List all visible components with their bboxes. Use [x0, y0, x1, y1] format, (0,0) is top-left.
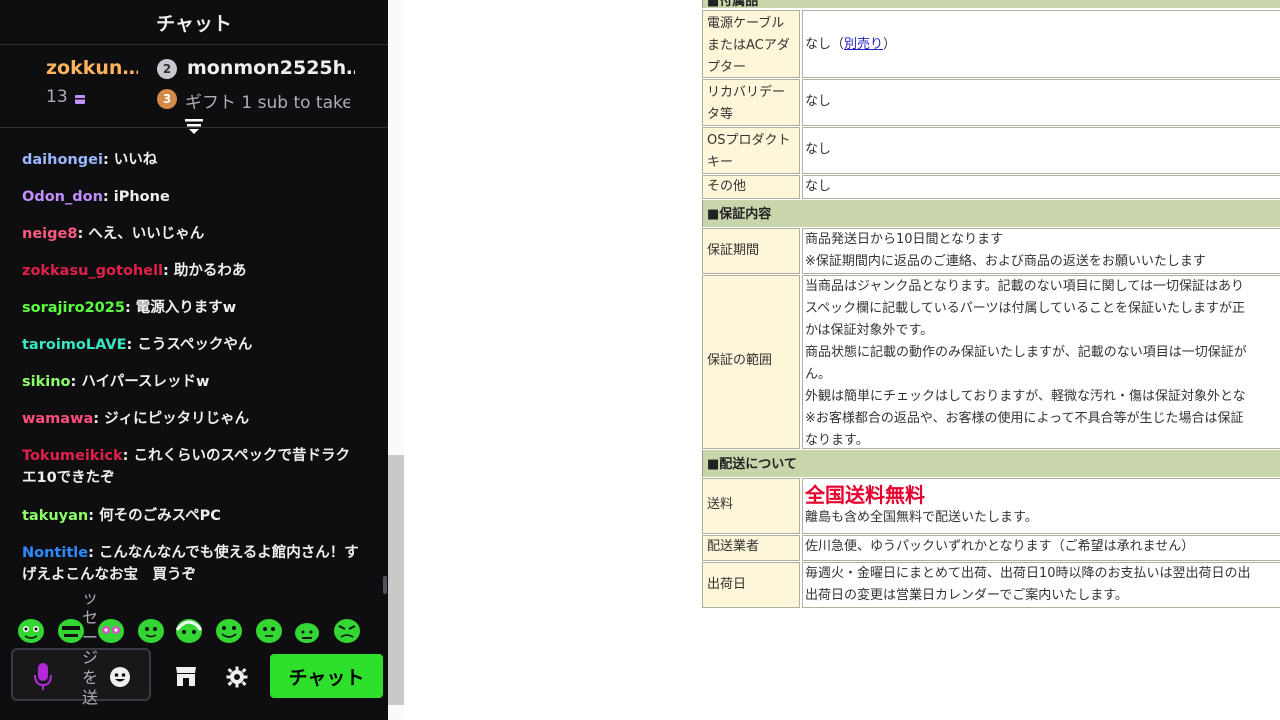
chat-username[interactable]: Tokumeikick [22, 448, 123, 464]
chat-username[interactable]: Nontitle [22, 545, 88, 561]
chat-text: iPhone [113, 189, 170, 205]
chat-username[interactable]: takuyan [22, 508, 88, 524]
chat-text: ジィにピッタリじゃん [104, 411, 250, 427]
video-strip-dark [388, 455, 404, 705]
rank-3-badge: 3 [157, 89, 177, 109]
emote-icon[interactable] [332, 616, 362, 644]
emote-row [14, 614, 374, 648]
chat-message: Tokumeikick: これくらいのスペックで昔ドラクエ10できたぞ [22, 448, 351, 486]
chat-username[interactable]: wamawa [22, 411, 93, 427]
value-warranty-scope: 当商品はジャンク品となります。記載のない項目に関しては一切保証はあり スペック欄… [802, 275, 1280, 449]
chat-message: taroimoLAVE: こうスペックやん [22, 337, 253, 353]
value-other: なし [802, 175, 1280, 199]
section-shipping: ■配送について [702, 450, 1280, 477]
label-warranty-period: 保証期間 [702, 228, 800, 274]
emote-icon[interactable] [214, 616, 244, 644]
store-icon[interactable] [174, 664, 198, 688]
label-ship-day: 出荷日 [702, 562, 800, 608]
chat-message: zokkasu_gotohell: 助かるわあ [22, 263, 247, 279]
leaderboard-first-name: zokkun… [46, 57, 138, 79]
collapse-icon[interactable] [184, 118, 204, 136]
chat-message: takuyan: 何そのごみスペPC [22, 508, 221, 524]
section-warranty: ■保証内容 [702, 200, 1280, 227]
label-power-cable: 電源ケーブルまたはACアダプター [702, 10, 800, 78]
chat-input-placeholder: ッセージを送 [81, 588, 98, 707]
gear-icon[interactable] [226, 666, 248, 688]
leaderboard[interactable]: zokkun… 13 2 monmon2525h… 3 ギフト 1 sub to… [0, 45, 388, 128]
emote-icon[interactable] [254, 616, 284, 644]
free-shipping-headline: 全国送料無料 [805, 483, 925, 507]
sub-icon [74, 90, 86, 104]
label-shipping-fee: 送料 [702, 478, 800, 534]
chat-scrollbar[interactable] [383, 576, 387, 594]
mic-icon[interactable] [32, 662, 54, 692]
chat-message: daihongei: いいね [22, 152, 158, 168]
separate-sale-link[interactable]: 別売り [844, 37, 883, 52]
chat-message: Nontitle: こんなんなんでも使えるよ館内さん！すげえよこんなお宝 買うぞ [22, 545, 359, 583]
value-os-key: なし [802, 127, 1280, 174]
value-ship-day: 毎週火・金曜日にまとめて出荷、出荷日10時以降のお支払いは翌出荷日の出 出荷日の… [802, 562, 1280, 608]
chat-text: いいね [113, 152, 158, 168]
leaderboard-third-text: ギフト 1 sub to take 3 [185, 93, 350, 113]
chat-send-button[interactable]: チャット [270, 654, 383, 698]
emoji-icon[interactable] [109, 666, 131, 688]
section-accessories: ■付属品 [702, 0, 1280, 9]
label-carrier: 配送業者 [702, 535, 800, 561]
chat-text: こうスペックやん [137, 337, 253, 353]
chat-username[interactable]: taroimoLAVE [22, 337, 126, 353]
chat-text: 何そのごみスペPC [99, 508, 221, 524]
label-warranty-scope: 保証の範囲 [702, 275, 800, 449]
chat-message: sorajiro2025: 電源入りますw [22, 300, 237, 316]
value-recovery: なし [802, 79, 1280, 126]
label-os-key: OSプロダクトキー [702, 127, 800, 174]
chat-username[interactable]: neige8 [22, 226, 77, 242]
chat-message: neige8: へえ、いいじゃん [22, 226, 205, 242]
chat-username[interactable]: zokkasu_gotohell [22, 263, 163, 279]
emote-icon[interactable] [174, 616, 204, 644]
chat-username[interactable]: sikino [22, 374, 71, 390]
chat-message: Odon_don: iPhone [22, 189, 170, 205]
chat-header: チャット [0, 0, 388, 45]
rank-2-badge: 2 [157, 59, 177, 79]
chat-message: wamawa: ジィにピッタリじゃん [22, 411, 250, 427]
label-recovery: リカバリデータ等 [702, 79, 800, 126]
value-power-cable: なし（別売り） [802, 10, 1280, 78]
chat-message: sikino: ハイパースレッドw [22, 374, 210, 390]
emote-icon[interactable] [16, 616, 46, 644]
chat-text: 電源入りますw [135, 300, 237, 316]
leaderboard-second-name: monmon2525h… [187, 57, 355, 79]
label-other: その他 [702, 175, 800, 199]
chat-username[interactable]: Odon_don [22, 189, 103, 205]
chat-text: 助かるわあ [173, 263, 247, 279]
chat-text: へえ、いいじゃん [88, 226, 205, 242]
emote-icon[interactable] [292, 616, 322, 644]
chat-username[interactable]: daihongei [22, 152, 103, 168]
emote-icon[interactable] [136, 616, 166, 644]
chat-username[interactable]: sorajiro2025 [22, 300, 125, 316]
emote-icon[interactable] [96, 616, 126, 644]
value-shipping-fee: 全国送料無料 離島も含め全国無料で配送いたします。 [802, 478, 1280, 534]
chat-title: チャット [156, 12, 232, 35]
leaderboard-first-count: 13 [46, 87, 68, 107]
chat-panel: チャット zokkun… 13 2 monmon2525h… 3 ギフト 1 s… [0, 0, 388, 720]
value-warranty-period: 商品発送日から10日間となります ※保証期間内に返品のご連絡、および商品の返送を… [802, 228, 1280, 274]
chat-messages: daihongei: いいね Odon_don: iPhone neige8: … [0, 143, 388, 603]
chat-text: ハイパースレッドw [81, 374, 210, 390]
value-carrier: 佐川急便、ゆうパックいずれかとなります（ご希望は承れません） [802, 535, 1280, 561]
product-table: ■付属品 電源ケーブルまたはACアダプター なし（別売り） リカバリデータ等 な… [702, 0, 1280, 608]
